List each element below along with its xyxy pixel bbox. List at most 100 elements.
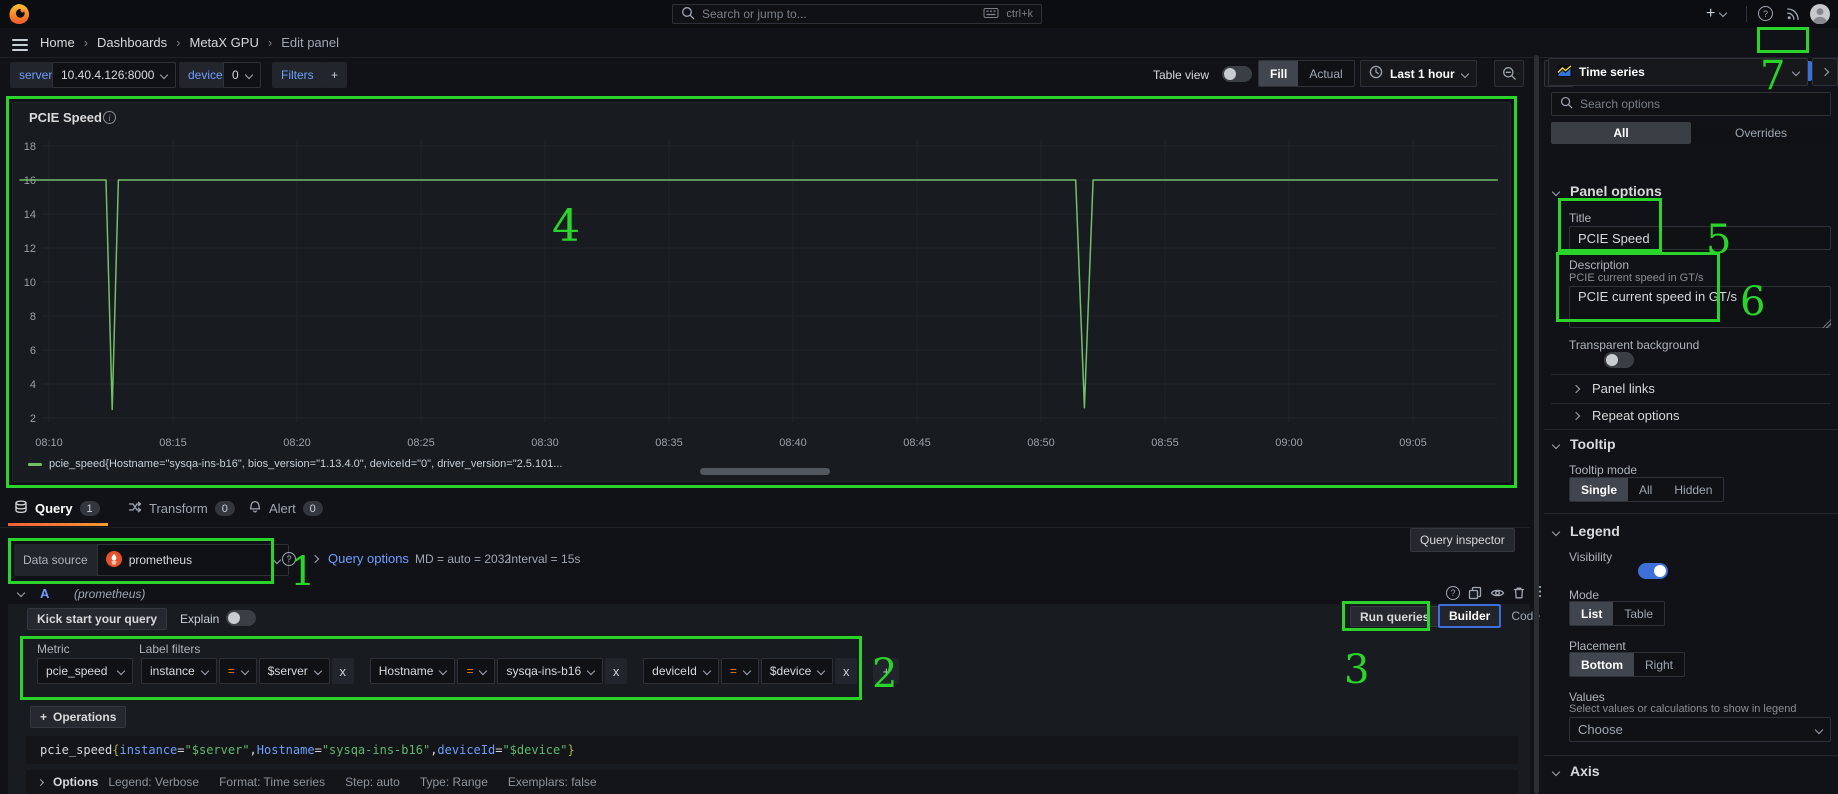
menu-icon[interactable] xyxy=(12,36,28,54)
legend-placement-bottom[interactable]: Bottom xyxy=(1570,653,1634,676)
panel-options-chevron-icon[interactable] xyxy=(1552,188,1560,196)
run-queries-button[interactable]: Run queries xyxy=(1350,606,1439,627)
legend-values-select[interactable]: Choose xyxy=(1569,717,1831,742)
actual-option[interactable]: Actual xyxy=(1298,61,1353,86)
explain-toggle[interactable] xyxy=(226,610,256,626)
query-options-link[interactable]: Query options xyxy=(328,551,409,566)
svg-text:16: 16 xyxy=(24,175,36,187)
tab-query[interactable]: Query 1 xyxy=(14,500,100,517)
legend-visibility-toggle[interactable] xyxy=(1638,563,1668,579)
metric-select[interactable]: pcie_speed xyxy=(37,658,133,684)
svg-text:14: 14 xyxy=(24,209,36,221)
user-avatar[interactable] xyxy=(1810,4,1830,27)
filter-value-select[interactable]: $server xyxy=(259,658,330,684)
add-new-button[interactable]: + xyxy=(1706,5,1726,23)
visualization-picker[interactable]: Time series xyxy=(1548,58,1808,86)
filter-op-select[interactable]: = xyxy=(457,658,495,684)
zoom-out-button[interactable] xyxy=(1494,60,1524,87)
transparent-background-toggle[interactable] xyxy=(1604,352,1634,368)
builder-mode-button[interactable]: Builder xyxy=(1438,604,1501,628)
delete-query-trash-icon[interactable] xyxy=(1512,586,1526,603)
variable-device-value[interactable]: 0 xyxy=(223,62,261,88)
panel-info-icon[interactable]: i xyxy=(103,111,116,124)
tooltip-header[interactable]: Tooltip xyxy=(1570,436,1616,452)
query-collapse-icon[interactable] xyxy=(17,589,25,597)
add-operations-button[interactable]: +Operations xyxy=(30,706,126,728)
textarea-resize-handle[interactable] xyxy=(1822,319,1831,328)
tab-overrides[interactable]: Overrides xyxy=(1691,122,1831,144)
grafana-logo[interactable] xyxy=(8,3,30,28)
variable-server-value[interactable]: 10.40.4.126:8000 xyxy=(52,62,176,88)
datasource-help-icon[interactable]: ? xyxy=(282,552,296,566)
legend-chevron-icon[interactable] xyxy=(1552,528,1560,536)
hide-query-eye-icon[interactable] xyxy=(1490,586,1505,603)
filter-value-select[interactable]: sysqa-ins-b16 xyxy=(497,658,603,684)
panel-links-section[interactable]: Panel links xyxy=(1592,381,1655,396)
search-input[interactable]: Search or jump to... ctrl+k xyxy=(672,4,1042,24)
filter-op-select[interactable]: = xyxy=(219,658,257,684)
legend-mode-label: Mode xyxy=(1569,588,1599,602)
keyboard-icon xyxy=(983,7,999,22)
legend-header[interactable]: Legend xyxy=(1570,523,1620,539)
panel-options-header[interactable]: Panel options xyxy=(1570,183,1662,199)
news-rss-icon[interactable] xyxy=(1786,6,1801,24)
remove-filter-button[interactable]: x xyxy=(835,658,857,684)
options-search-input[interactable]: Search options xyxy=(1551,92,1831,116)
datasource-select[interactable]: prometheus xyxy=(97,544,289,576)
chart-legend[interactable]: pcie_speed{Hostname="sysqa-ins-b16", bio… xyxy=(28,458,562,470)
time-range-picker[interactable]: Last 1 hour xyxy=(1360,60,1477,87)
pane-splitter[interactable] xyxy=(1534,55,1539,794)
legend-mode-list[interactable]: List xyxy=(1570,602,1613,625)
fill-option[interactable]: Fill xyxy=(1259,61,1298,86)
legend-placement-right[interactable]: Right xyxy=(1634,653,1684,676)
remove-filter-button[interactable]: x xyxy=(332,658,354,684)
fill-actual-switch[interactable]: Fill Actual xyxy=(1258,60,1355,87)
horizontal-scrollbar[interactable] xyxy=(700,468,830,475)
tab-alert[interactable]: Alert 0 xyxy=(248,500,323,517)
code-mode-button[interactable]: Code xyxy=(1501,604,1550,628)
filters-button[interactable]: Filters xyxy=(272,62,323,88)
add-filter-variable-button[interactable]: + xyxy=(322,62,347,88)
tooltip-chevron-icon[interactable] xyxy=(1552,441,1560,449)
legend-mode-table[interactable]: Table xyxy=(1613,602,1664,625)
query-options-row[interactable]: Options Legend: VerboseFormat: Time seri… xyxy=(26,770,1518,794)
tooltip-mode-single[interactable]: Single xyxy=(1570,478,1628,501)
query-ref-id[interactable]: A xyxy=(40,586,49,601)
timeseries-chart[interactable]: 2468101214161808:1008:1508:2008:2508:300… xyxy=(14,130,1510,452)
add-label-filter-button[interactable]: + xyxy=(873,658,899,684)
collapse-sidebar-button[interactable] xyxy=(1812,58,1838,86)
filter-value-select[interactable]: $device xyxy=(761,658,833,684)
axis-header[interactable]: Axis xyxy=(1570,763,1600,779)
query-help-icon[interactable]: ? xyxy=(1446,586,1460,600)
plus-icon: + xyxy=(1706,5,1715,23)
panel-title[interactable]: PCIE Speed xyxy=(29,110,102,125)
datasource-picker[interactable]: Data source prometheus xyxy=(14,544,289,576)
breadcrumb-dashboards[interactable]: Dashboards xyxy=(97,35,167,50)
query-options-chevron-icon[interactable] xyxy=(311,555,319,563)
t xyxy=(0,527,1530,528)
duplicate-query-icon[interactable] xyxy=(1468,586,1482,603)
legend-placement-switch: Bottom Right xyxy=(1569,652,1685,677)
tooltip-mode-label: Tooltip mode xyxy=(1569,463,1637,477)
panel-title-input[interactable] xyxy=(1569,226,1831,250)
filter-name-select[interactable]: Hostname xyxy=(370,658,456,684)
tooltip-mode-all[interactable]: All xyxy=(1628,478,1663,501)
filter-name-select[interactable]: instance xyxy=(141,658,217,684)
table-view-toggle[interactable] xyxy=(1222,66,1252,82)
query-inspector-button[interactable]: Query inspector xyxy=(1410,528,1515,552)
panel-description-textarea[interactable]: PCIE current speed in GT/s xyxy=(1569,286,1831,328)
tooltip-mode-hidden[interactable]: Hidden xyxy=(1663,478,1723,501)
tab-all[interactable]: All xyxy=(1551,122,1691,144)
query-expression-bar[interactable]: pcie_speed{instance="$server",Hostname="… xyxy=(26,736,1518,764)
remove-filter-button[interactable]: x xyxy=(605,658,627,684)
kick-start-query-button[interactable]: Kick start your query xyxy=(27,608,167,630)
label-filters-label: Label filters xyxy=(139,642,200,656)
help-icon[interactable]: ? xyxy=(1758,6,1773,21)
filter-op-select[interactable]: = xyxy=(721,658,759,684)
breadcrumb-home[interactable]: Home xyxy=(40,35,75,50)
repeat-options-section[interactable]: Repeat options xyxy=(1592,408,1679,423)
filter-name-select[interactable]: deviceId xyxy=(643,658,719,684)
breadcrumb-dashboard-name[interactable]: MetaX GPU xyxy=(189,35,258,50)
tab-transform[interactable]: Transform 0 xyxy=(128,500,235,517)
axis-chevron-icon[interactable] xyxy=(1552,768,1560,776)
